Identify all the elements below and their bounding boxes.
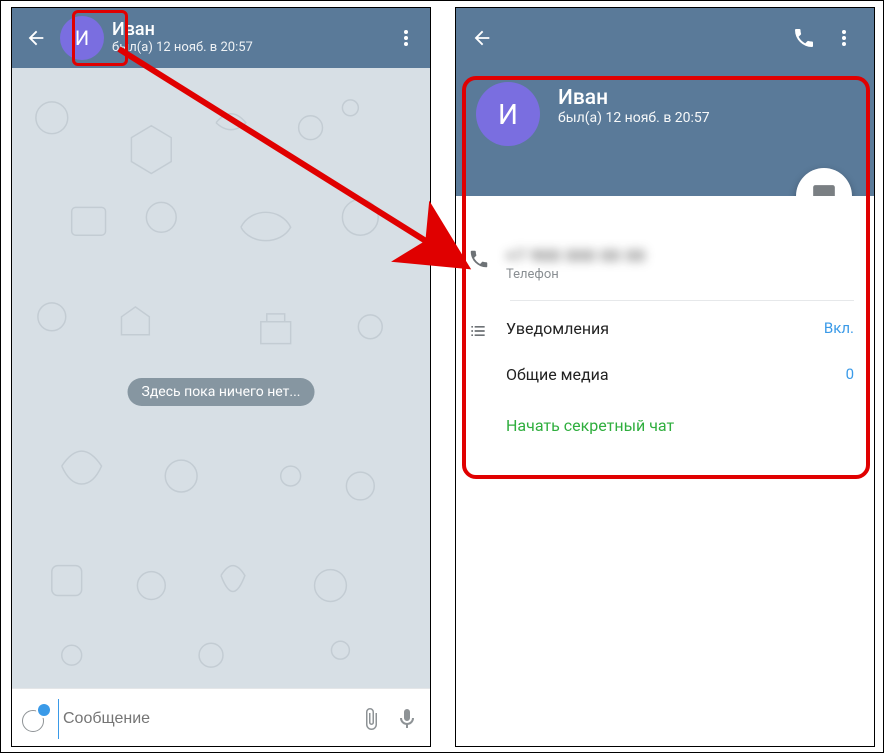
attach-icon[interactable] xyxy=(358,706,384,732)
phone-icon xyxy=(468,246,506,270)
profile-last-seen: был(а) 12 нояб. в 20:57 xyxy=(476,110,854,126)
profile-appbar xyxy=(456,8,874,68)
more-icon[interactable] xyxy=(824,18,864,58)
contact-avatar[interactable]: И xyxy=(60,16,104,60)
chat-title-block[interactable]: Иван был(а) 12 нояб. в 20:57 xyxy=(112,20,390,56)
list-icon xyxy=(468,319,506,341)
call-icon[interactable] xyxy=(784,18,824,58)
back-icon[interactable] xyxy=(466,22,498,54)
avatar-letter: И xyxy=(75,26,89,50)
empty-chat-label: Здесь пока ничего нет... xyxy=(128,378,315,406)
chat-screen: И Иван был(а) 12 нояб. в 20:57 xyxy=(11,7,431,747)
chat-input-bar xyxy=(12,688,430,747)
shared-media-row[interactable]: Общие медиа 0 xyxy=(456,355,874,398)
profile-body: +7 900 000 00 00 Телефон Уведомления Вкл… xyxy=(456,196,874,676)
sticker-icon[interactable] xyxy=(22,706,48,732)
microphone-icon[interactable] xyxy=(394,706,420,732)
notifications-value: Вкл. xyxy=(824,319,854,337)
notifications-row[interactable]: Уведомления Вкл. xyxy=(456,305,874,355)
profile-screen: И Иван был(а) 12 нояб. в 20:57 +7 900 00… xyxy=(455,7,875,747)
divider xyxy=(510,300,854,301)
shared-media-value: 0 xyxy=(846,365,854,383)
phone-row[interactable]: +7 900 000 00 00 Телефон xyxy=(456,232,874,296)
profile-hero: И Иван был(а) 12 нояб. в 20:57 xyxy=(456,68,874,196)
phone-label: Телефон xyxy=(506,267,854,282)
chat-last-seen: был(а) 12 нояб. в 20:57 xyxy=(112,41,390,56)
chat-background-pattern xyxy=(12,68,430,685)
chat-title: Иван xyxy=(112,20,390,41)
notifications-label: Уведомления xyxy=(506,319,824,338)
message-input[interactable] xyxy=(58,699,348,739)
secret-chat-label: Начать секретный чат xyxy=(506,416,854,435)
chat-header: И Иван был(а) 12 нояб. в 20:57 xyxy=(12,8,430,68)
more-icon[interactable] xyxy=(390,22,422,54)
shared-media-label: Общие медиа xyxy=(506,365,846,384)
phone-number-masked: +7 900 000 00 00 xyxy=(506,246,854,265)
chat-body[interactable]: Здесь пока ничего нет... xyxy=(12,68,430,688)
back-icon[interactable] xyxy=(20,22,52,54)
secret-chat-row[interactable]: Начать секретный чат xyxy=(456,398,874,449)
